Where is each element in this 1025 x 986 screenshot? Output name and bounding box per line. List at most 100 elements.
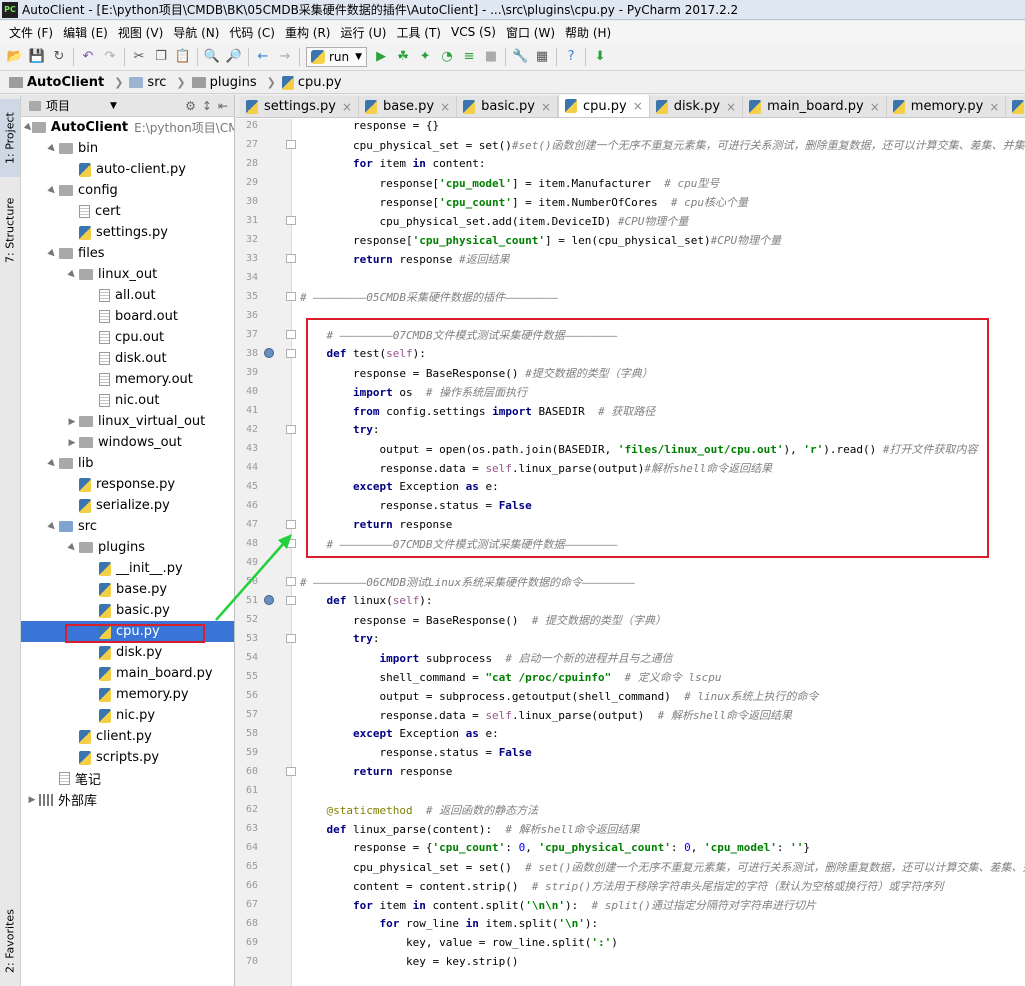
stop-icon[interactable]: ■	[480, 46, 502, 68]
code-line[interactable]: 62 @staticmethod # 返回函数的静态方法	[236, 800, 1025, 819]
tree-file[interactable]: settings.py	[21, 222, 234, 243]
tree-file[interactable]: response.py	[21, 474, 234, 495]
find-icon[interactable]: 🔍	[201, 46, 223, 68]
expand-arrow-icon[interactable]: ▶	[44, 455, 61, 472]
breadcrumb-file[interactable]: cpu.py	[279, 75, 345, 90]
menu-item-8[interactable]: VCS (S)	[446, 25, 501, 39]
fold-marker-icon[interactable]	[286, 330, 296, 339]
scroll-from-source-icon[interactable]: ↕	[202, 99, 212, 113]
tree-folder[interactable]: ▶ bin	[21, 138, 234, 159]
structure-icon[interactable]: ▦	[531, 46, 553, 68]
tree-folder[interactable]: ▶ windows_out	[21, 432, 234, 453]
close-icon[interactable]: ×	[726, 100, 736, 114]
code-line[interactable]: 52 response = BaseResponse() # 提交数据的类型（字…	[236, 610, 1025, 629]
tree-file[interactable]: serialize.py	[21, 495, 234, 516]
expand-arrow-icon[interactable]: ▶	[64, 539, 81, 556]
profile-icon[interactable]: ◔	[436, 46, 458, 68]
gear-icon[interactable]: ⚙	[185, 99, 196, 113]
close-icon[interactable]: ×	[440, 100, 450, 114]
code-line[interactable]: 68 for row_line in item.split('\n'):	[236, 914, 1025, 933]
code-line[interactable]: 58 except Exception as e:	[236, 724, 1025, 743]
close-icon[interactable]: ×	[870, 100, 880, 114]
code-line[interactable]: 28 for item in content:	[236, 154, 1025, 173]
collapse-arrow-icon[interactable]: ▶	[25, 795, 39, 805]
tab-favorites-tool[interactable]: 2: Favorites	[0, 901, 20, 981]
tree-file[interactable]: nic.py	[21, 705, 234, 726]
fold-marker-icon[interactable]	[286, 254, 296, 263]
tab-4[interactable]: disk.py ×	[649, 96, 744, 117]
tree-file[interactable]: disk.out	[21, 348, 234, 369]
fold-marker-icon[interactable]	[286, 596, 296, 605]
menu-item-1[interactable]: 编辑 (E)	[58, 24, 113, 41]
code-line[interactable]: 26 response = {}	[236, 116, 1025, 135]
breadcrumb-plugins[interactable]: plugins	[189, 75, 260, 90]
hide-icon[interactable]: ⇤	[218, 99, 228, 113]
menu-item-0[interactable]: 文件 (F)	[4, 24, 58, 41]
code-line[interactable]: 70 key = key.strip()	[236, 952, 1025, 971]
concurrency-icon[interactable]: ≡	[458, 46, 480, 68]
menu-item-3[interactable]: 导航 (N)	[168, 24, 224, 41]
code-line[interactable]: 31 cpu_physical_set.add(item.DeviceID) #…	[236, 211, 1025, 230]
code-line[interactable]: 67 for item in content.split('\n\n'): # …	[236, 895, 1025, 914]
expand-arrow-icon[interactable]: ▶	[44, 140, 61, 157]
tree-file[interactable]: memory.py	[21, 684, 234, 705]
tab-2[interactable]: basic.py ×	[457, 96, 559, 117]
help-icon[interactable]: ?	[560, 46, 582, 68]
tree-folder[interactable]: ▶ config	[21, 180, 234, 201]
code-line[interactable]: 59 response.status = False	[236, 743, 1025, 762]
fold-marker-icon[interactable]	[286, 577, 296, 586]
override-marker-icon[interactable]	[264, 348, 274, 358]
close-icon[interactable]: ×	[342, 100, 352, 114]
menu-item-7[interactable]: 工具 (T)	[391, 24, 446, 41]
tree-folder[interactable]: ▶ plugins	[21, 537, 234, 558]
code-line[interactable]: 69 key, value = row_line.split(':')	[236, 933, 1025, 952]
fold-marker-icon[interactable]	[286, 140, 296, 149]
tree-folder[interactable]: ▶AutoClientE:\python项目\CMDB	[21, 117, 234, 138]
code-line[interactable]: 27 cpu_physical_set = set()#set()函数创建一个无…	[236, 135, 1025, 154]
menu-item-4[interactable]: 代码 (C)	[224, 24, 280, 41]
undo-icon[interactable]: ↶	[77, 46, 99, 68]
tree-folder[interactable]: ▶ src	[21, 516, 234, 537]
fold-marker-icon[interactable]	[286, 349, 296, 358]
code-line[interactable]: 60 return response	[236, 762, 1025, 781]
run-icon[interactable]: ▶	[370, 46, 392, 68]
forward-icon[interactable]: →	[274, 46, 296, 68]
vcs-icon[interactable]: ⬇	[589, 46, 611, 68]
tab-1[interactable]: base.py ×	[358, 96, 458, 117]
expand-arrow-icon[interactable]: ▶	[44, 245, 61, 262]
tree-file[interactable]: ▶ 外部库	[21, 789, 234, 810]
collapse-arrow-icon[interactable]: ▶	[65, 417, 79, 427]
tab-0[interactable]: settings.py ×	[240, 96, 359, 117]
fold-marker-icon[interactable]	[286, 634, 296, 643]
debug-icon[interactable]: ☘	[392, 46, 414, 68]
code-line[interactable]: 50 # ————————06CMDB测试Linux系统采集硬件数据的命令————…	[236, 572, 1025, 591]
replace-icon[interactable]: 🔎	[223, 46, 245, 68]
tree-file[interactable]: all.out	[21, 285, 234, 306]
coverage-icon[interactable]: ✦	[414, 46, 436, 68]
code-line[interactable]: 63 def linux_parse(content): # 解析shell命令…	[236, 819, 1025, 838]
tab-5[interactable]: main_board.py ×	[743, 96, 887, 117]
tree-file[interactable]: cert	[21, 201, 234, 222]
tree-file[interactable]: client.py	[21, 726, 234, 747]
code-line[interactable]: 51 def linux(self):	[236, 591, 1025, 610]
code-line[interactable]: 30 response['cpu_count'] = item.NumberOf…	[236, 192, 1025, 211]
code-line[interactable]: 35 # ————————05CMDB采集硬件数据的插件————————	[236, 287, 1025, 306]
tree-folder[interactable]: ▶ lib	[21, 453, 234, 474]
fold-marker-icon[interactable]	[286, 292, 296, 301]
tree-file[interactable]: auto-client.py	[21, 159, 234, 180]
tree-folder[interactable]: ▶ linux_out	[21, 264, 234, 285]
copy-icon[interactable]: ❐	[150, 46, 172, 68]
tree-file[interactable]: nic.out	[21, 390, 234, 411]
code-line[interactable]: 66 content = content.strip() # strip()方法…	[236, 876, 1025, 895]
paste-icon[interactable]: 📋	[172, 46, 194, 68]
close-icon[interactable]: ×	[541, 100, 551, 114]
tree-file[interactable]: disk.py	[21, 642, 234, 663]
expand-arrow-icon[interactable]: ▶	[44, 518, 61, 535]
code-line[interactable]: 61	[236, 781, 1025, 800]
fold-marker-icon[interactable]	[286, 216, 296, 225]
tree-file[interactable]: memory.out	[21, 369, 234, 390]
run-config-select[interactable]: run ▼	[306, 46, 368, 67]
code-line[interactable]: 34	[236, 268, 1025, 287]
tree-file[interactable]: __init__.py	[21, 558, 234, 579]
tree-file[interactable]: cpu.out	[21, 327, 234, 348]
